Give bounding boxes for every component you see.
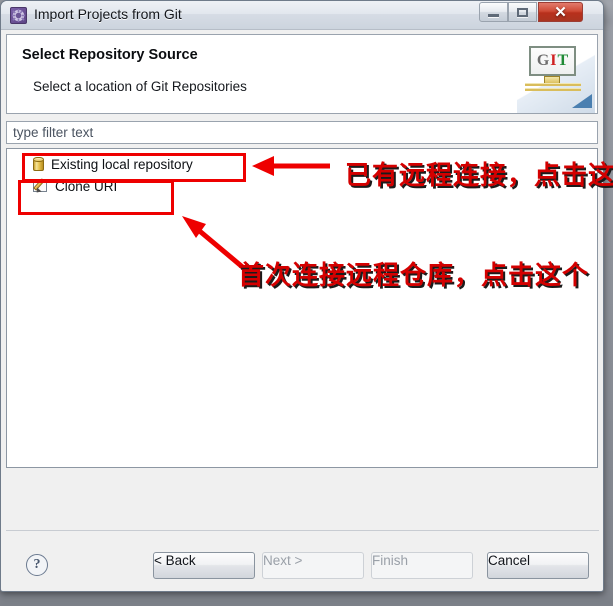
- git-logo-bar: [525, 83, 581, 86]
- git-letter-g: G: [536, 52, 550, 69]
- minimize-button[interactable]: [479, 2, 508, 22]
- git-logo-plate: G I T: [529, 46, 576, 76]
- next-button: Next >: [262, 552, 364, 579]
- close-icon: ✕: [554, 3, 567, 21]
- dialog-title: Import Projects from Git: [34, 6, 182, 22]
- list-item-label: Existing local repository: [51, 156, 193, 172]
- maximize-icon: [517, 7, 528, 17]
- list-item-clone-uri[interactable]: Clone URI: [7, 175, 597, 197]
- clone-uri-pencil-icon: [33, 178, 48, 195]
- wizard-body: Existing local repository Clone URI: [1, 114, 603, 468]
- list-item-label: Clone URI: [55, 178, 118, 194]
- git-letter-t: T: [557, 52, 569, 69]
- close-button[interactable]: ✕: [538, 2, 583, 22]
- page-subtitle: Select a location of Git Repositories: [33, 79, 247, 94]
- gear-purple-icon: [10, 7, 27, 24]
- filter-input[interactable]: [6, 121, 598, 144]
- minimize-icon: [488, 13, 499, 17]
- page-title: Select Repository Source: [22, 47, 198, 63]
- repository-source-list[interactable]: Existing local repository Clone URI: [6, 148, 598, 468]
- finish-button: Finish: [371, 552, 473, 579]
- list-item-existing-local-repository[interactable]: Existing local repository: [7, 153, 597, 175]
- back-button[interactable]: < Back: [153, 552, 255, 579]
- repository-cylinder-icon: [33, 156, 44, 172]
- footer-divider: [6, 530, 599, 531]
- import-projects-dialog: Import Projects from Git ✕ Select Reposi…: [0, 0, 604, 592]
- dialog-titlebar[interactable]: Import Projects from Git ✕: [1, 1, 603, 30]
- maximize-button[interactable]: [508, 2, 537, 22]
- cancel-button[interactable]: Cancel: [487, 552, 589, 579]
- git-banner-icon: G I T: [517, 36, 595, 113]
- git-letter-i: I: [550, 52, 557, 69]
- help-button[interactable]: ?: [26, 554, 48, 576]
- git-logo-bar: [525, 88, 581, 91]
- wizard-header: Select Repository Source Select a locati…: [6, 34, 598, 114]
- banner-corner-triangle: [572, 94, 592, 108]
